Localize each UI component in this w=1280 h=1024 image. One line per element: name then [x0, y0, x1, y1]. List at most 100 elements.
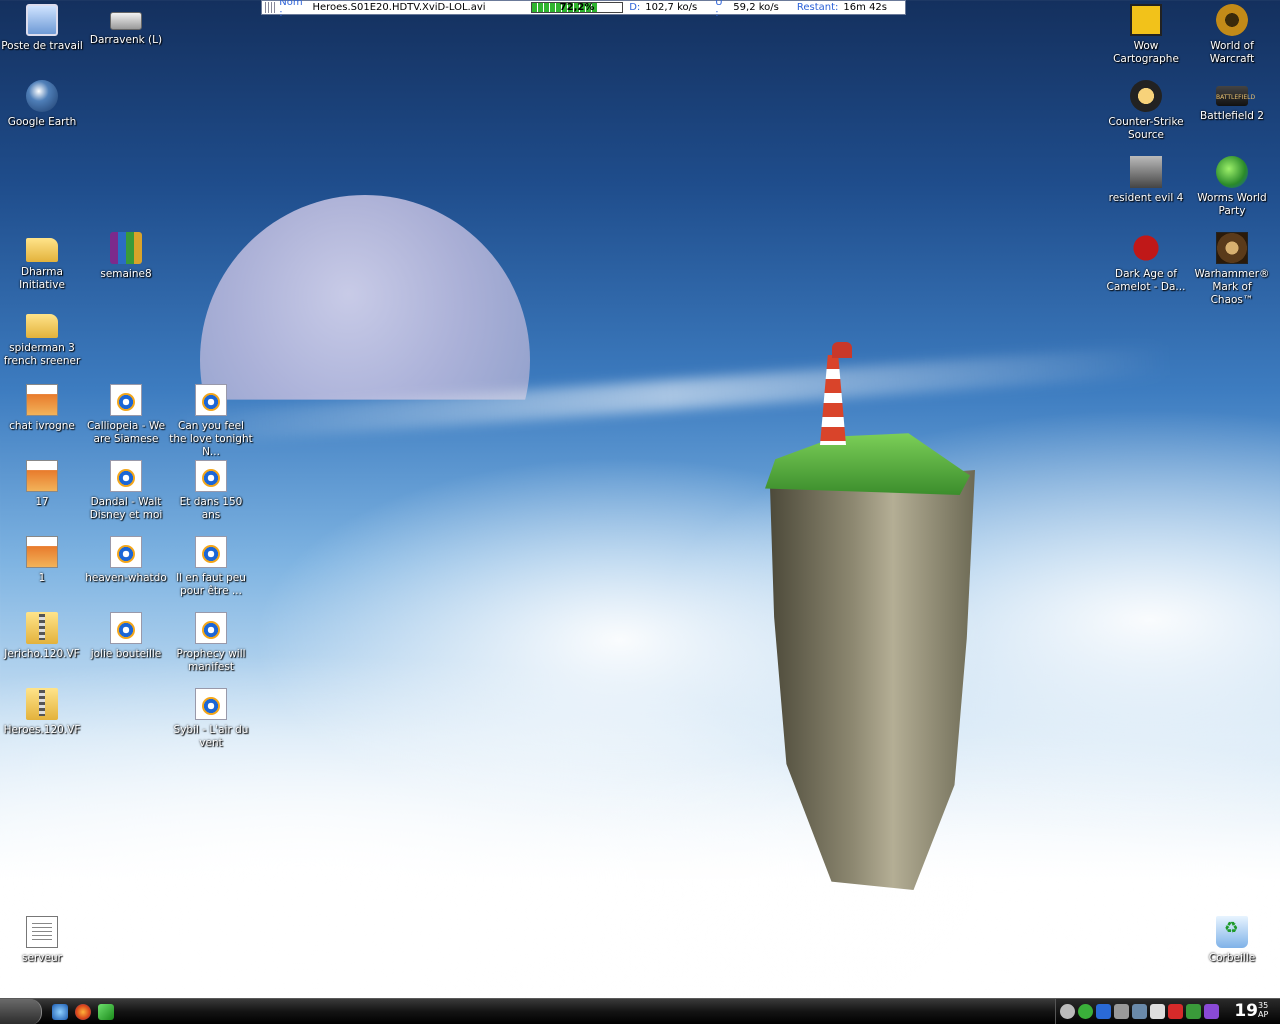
desktop-icon-warhammer[interactable]: Warhammer® Mark of Chaos™ — [1190, 232, 1274, 307]
desktop-icon-label: Corbeille — [1208, 952, 1256, 964]
desktop-icon-label: Jericho.120.VF — [4, 648, 80, 660]
computer-icon — [26, 4, 58, 36]
desktop-icon-il-en-faut-peu[interactable]: Il en faut peu pour être ... — [169, 536, 253, 598]
upload-speed-value: 59,2 ko/s — [733, 2, 779, 13]
desktop-icon-label: Prophecy will manifest — [176, 648, 246, 673]
zip-folder-icon — [26, 688, 58, 720]
tray-app-icon[interactable] — [1096, 1004, 1111, 1019]
counter-strike-icon — [1130, 80, 1162, 112]
desktop-icon-label: Counter-Strike Source — [1108, 116, 1184, 141]
clock-minutes[interactable]: 35 AP — [1258, 1001, 1272, 1019]
desktop-icon-17[interactable]: 17 — [0, 460, 84, 509]
desktop-icon-dark-age-of-camelot[interactable]: Dark Age of Camelot - Da... — [1104, 232, 1188, 294]
desktop-icon-corbeille[interactable]: Corbeille — [1190, 916, 1274, 965]
media-player-icon — [110, 612, 142, 644]
desktop-icon-label: 17 — [35, 496, 49, 508]
tray-steam-icon[interactable] — [1060, 1004, 1075, 1019]
desktop-icon-label: Calliopeia - We are Siamese — [86, 420, 166, 445]
download-status-bar[interactable]: Nom : Heroes.S01E20.HDTV.XviD-LOL.avi 72… — [261, 0, 906, 19]
image-icon — [26, 536, 58, 568]
desktop-icon-poste-de-travail[interactable]: Poste de travail — [0, 4, 84, 53]
desktop-icon-label: Et dans 150 ans — [179, 496, 243, 521]
desktop-icon-label: jolie bouteille — [90, 648, 162, 660]
media-player-icon — [110, 460, 142, 492]
desktop-icon-battlefield-2[interactable]: BATTLEFIELD Battlefield 2 — [1190, 80, 1274, 123]
tray-antivirus-icon[interactable] — [1168, 1004, 1183, 1019]
desktop-icon-label: Darravenk (L) — [89, 34, 163, 46]
clock-ampm: AP — [1258, 1010, 1269, 1019]
desktop-icon-drive[interactable]: Darravenk (L) — [84, 4, 168, 47]
media-player-icon — [195, 612, 227, 644]
clock-hour[interactable]: 19 — [1234, 1001, 1258, 1021]
desktop-icon-label: Dark Age of Camelot - Da... — [1106, 268, 1186, 293]
system-tray: 19 35 AP — [1055, 999, 1280, 1024]
wallpaper-grass-top — [765, 433, 970, 495]
quick-launch-ie-icon[interactable] — [52, 1004, 68, 1020]
winrar-icon — [110, 232, 142, 264]
warhammer-icon — [1216, 232, 1248, 264]
desktop-icon-label: World of Warcraft — [1209, 40, 1255, 65]
desktop-icon-label: resident evil 4 — [1108, 192, 1184, 204]
desktop-icon-jericho[interactable]: Jericho.120.VF — [0, 612, 84, 661]
download-progress-bar: 72,2% — [530, 2, 624, 13]
google-earth-icon — [26, 80, 58, 112]
tray-network-icon[interactable] — [1132, 1004, 1147, 1019]
text-file-icon — [26, 916, 58, 948]
media-player-icon — [195, 688, 227, 720]
desktop-icon-prophecy[interactable]: Prophecy will manifest — [169, 612, 253, 674]
desktop-icon-world-of-warcraft[interactable]: World of Warcraft — [1190, 4, 1274, 66]
media-player-icon — [110, 536, 142, 568]
tray-update-icon[interactable] — [1078, 1004, 1093, 1019]
desktop-icon-counter-strike[interactable]: Counter-Strike Source — [1104, 80, 1188, 142]
desktop-icon-label: Google Earth — [7, 116, 77, 128]
grip-handle-icon[interactable] — [265, 2, 277, 13]
worms-icon — [1216, 156, 1248, 188]
desktop-icon-chat-ivrogne[interactable]: chat ivrogne — [0, 384, 84, 433]
desktop-icon-calliopeia[interactable]: Calliopeia - We are Siamese — [84, 384, 168, 446]
desktop-icon-semaine8[interactable]: semaine8 — [84, 232, 168, 281]
desktop-icon-heroes[interactable]: Heroes.120.VF — [0, 688, 84, 737]
desktop-icon-jolie-bouteille[interactable]: jolie bouteille — [84, 612, 168, 661]
battlefield-logo-text: BATTLEFIELD — [1216, 94, 1256, 101]
upload-speed-label: U : — [715, 0, 723, 19]
desktop-icon-label: serveur — [22, 952, 62, 964]
wallpaper-floating-rock — [770, 470, 975, 890]
desktop-icon-label: Can you feel the love tonight N... — [169, 420, 253, 458]
tray-printer-icon[interactable] — [1150, 1004, 1165, 1019]
desktop-icon-resident-evil-4[interactable]: resident evil 4 — [1104, 156, 1188, 205]
desktop-icon-label: 1 — [38, 572, 46, 584]
start-button[interactable] — [0, 999, 42, 1024]
desktop-icon-dharma-initiative[interactable]: Dharma Initiative — [0, 232, 84, 292]
desktop-icon-sybil[interactable]: Sybil - L'air du vent — [169, 688, 253, 750]
tray-messenger-icon[interactable] — [1186, 1004, 1201, 1019]
desktop-icon-label: chat ivrogne — [9, 420, 75, 432]
download-speed-value: 102,7 ko/s — [645, 2, 698, 13]
media-player-icon — [110, 384, 142, 416]
quick-launch-download-icon[interactable] — [98, 1004, 114, 1020]
desktop-icon-google-earth[interactable]: Google Earth — [0, 80, 84, 129]
folder-icon — [26, 238, 58, 262]
download-name-label: Nom : — [279, 0, 303, 19]
desktop-icon-serveur[interactable]: serveur — [0, 916, 84, 965]
drive-icon — [110, 12, 142, 30]
desktop-icon-spiderman-3[interactable]: spiderman 3 french sreener — [0, 308, 84, 368]
wow-icon — [1216, 4, 1248, 36]
desktop-icon-dandal[interactable]: Dandal - Walt Disney et moi — [84, 460, 168, 522]
desktop-icon-wow-cartographe[interactable]: Wow Cartographe — [1104, 4, 1188, 66]
desktop-icon-worms-world-party[interactable]: Worms World Party — [1190, 156, 1274, 218]
desktop-icon-can-you-feel[interactable]: Can you feel the love tonight N... — [169, 384, 253, 459]
desktop-icon-label: spiderman 3 french sreener — [3, 342, 81, 367]
tray-security-icon[interactable] — [1204, 1004, 1219, 1019]
desktop-icon-heaven-whatdo[interactable]: heaven-whatdo — [84, 536, 168, 585]
download-progress-text: 72,2% — [559, 2, 595, 13]
download-file-name: Heroes.S01E20.HDTV.XviD-LOL.avi — [312, 2, 486, 13]
quick-launch-firefox-icon[interactable] — [75, 1004, 91, 1020]
wallpaper-lighthouse-lamp — [832, 342, 852, 358]
desktop-icon-label: Dharma Initiative — [19, 266, 65, 291]
desktop-icon-label: Worms World Party — [1197, 192, 1267, 217]
desktop-icon-1[interactable]: 1 — [0, 536, 84, 585]
desktop-icon-et-dans-150-ans[interactable]: Et dans 150 ans — [169, 460, 253, 522]
tray-user-icon[interactable] — [1114, 1004, 1129, 1019]
desktop-icon-label: Dandal - Walt Disney et moi — [89, 496, 163, 521]
desktop-icon-label: Warhammer® Mark of Chaos™ — [1194, 268, 1270, 306]
